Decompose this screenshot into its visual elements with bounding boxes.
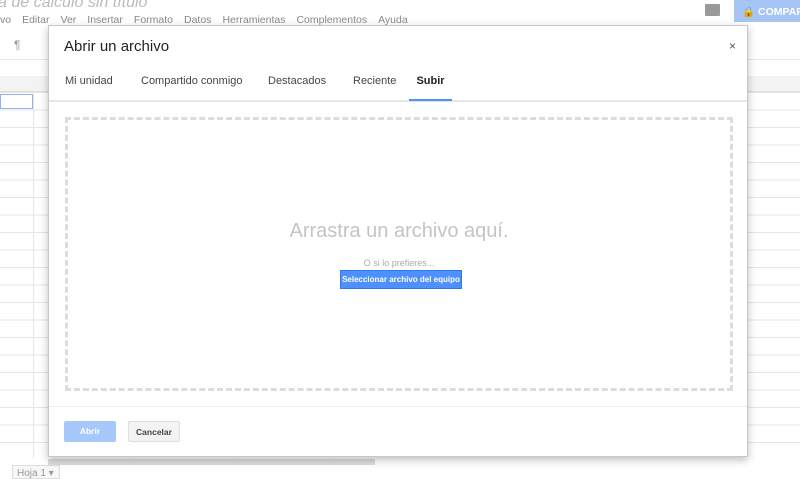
comments-icon[interactable] — [705, 4, 720, 16]
tab-mi-unidad[interactable]: Mi unidad — [65, 75, 113, 101]
menu-editar[interactable]: Editar — [22, 14, 49, 26]
open-button[interactable]: Abrir — [64, 421, 116, 442]
menu-archivo[interactable]: vo — [0, 14, 11, 26]
document-title[interactable]: a de cálculo sin título — [0, 0, 147, 12]
paint-format-icon[interactable]: ¶ — [14, 38, 20, 52]
share-button[interactable]: 🔒 COMPARTIR — [734, 0, 800, 22]
divider — [49, 406, 747, 407]
tab-reciente[interactable]: Reciente — [353, 75, 396, 101]
tab-compartido[interactable]: Compartido conmigo — [141, 75, 243, 101]
tab-subir[interactable]: Subir — [409, 75, 452, 101]
drop-zone[interactable]: Arrastra un archivo aquí. O si lo prefie… — [65, 117, 733, 391]
horizontal-scrollbar[interactable] — [48, 459, 375, 465]
selected-cell[interactable] — [0, 94, 33, 109]
select-file-button[interactable]: Seleccionar archivo del equipo — [340, 270, 462, 289]
drop-text: Arrastra un archivo aquí. — [289, 220, 509, 242]
lock-icon: 🔒 — [742, 6, 758, 18]
or-text: O si lo prefieres... — [363, 258, 435, 268]
dialog-title: Abrir un archivo — [64, 38, 170, 55]
close-icon[interactable]: × — [729, 39, 736, 53]
tab-destacados[interactable]: Destacados — [268, 75, 326, 101]
cancel-button[interactable]: Cancelar — [128, 421, 180, 442]
dialog-tabs: Mi unidad Compartido conmigo Destacados … — [49, 75, 747, 102]
open-file-dialog: Abrir un archivo × Mi unidad Compartido … — [48, 25, 748, 457]
